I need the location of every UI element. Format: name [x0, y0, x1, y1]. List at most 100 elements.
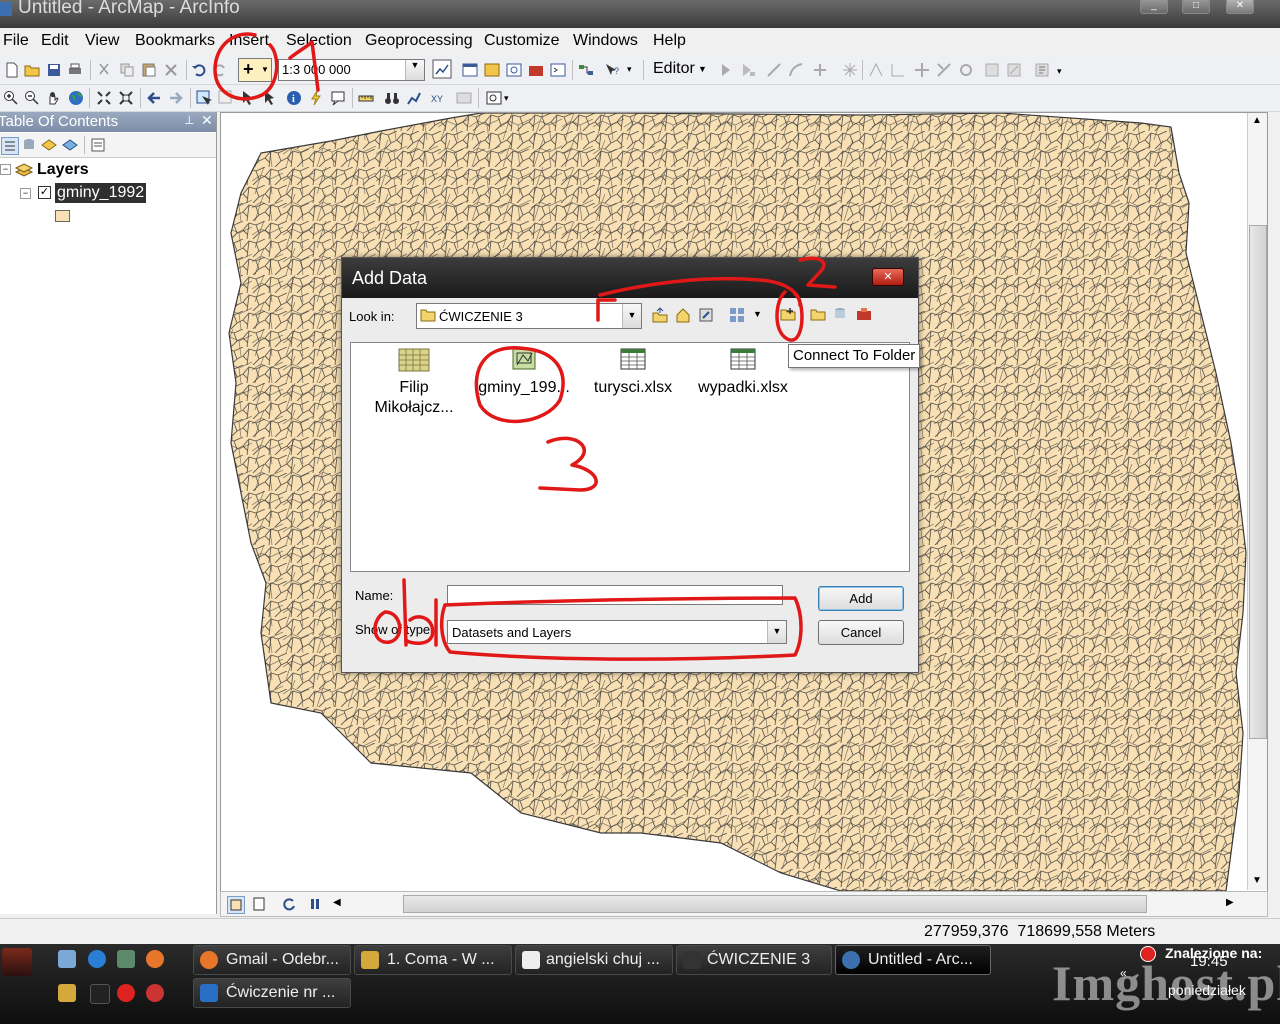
start-button-icon[interactable]	[2, 948, 32, 976]
whats-this-help-icon[interactable]: ?	[604, 62, 620, 78]
pause-drawing-icon[interactable]	[307, 896, 323, 912]
menu-windows[interactable]: Windows	[573, 32, 638, 50]
map-scale-combo[interactable]: 1:3 000 000 ▼	[278, 59, 425, 81]
cut-polygons-icon[interactable]	[914, 62, 930, 78]
identify-icon[interactable]: i	[286, 90, 302, 106]
trace-icon[interactable]	[812, 62, 828, 78]
layer-name-gminy[interactable]: gminy_1992	[55, 183, 147, 203]
rotate-tool-icon[interactable]	[958, 62, 974, 78]
data-view-icon[interactable]	[227, 896, 245, 914]
name-input[interactable]	[447, 585, 783, 605]
internet-explorer-icon[interactable]	[88, 950, 106, 968]
refresh-icon[interactable]	[281, 896, 297, 912]
toolbox-icon[interactable]	[856, 306, 872, 322]
layer-visibility-checkbox[interactable]: ✓	[38, 186, 51, 199]
editor-toolbar-icon[interactable]	[432, 59, 452, 79]
collapse-toggle-icon[interactable]: −	[20, 188, 31, 199]
pointer-icon[interactable]	[262, 90, 278, 106]
editor-menu[interactable]: Editor	[653, 60, 695, 78]
time-slider-icon[interactable]	[456, 90, 472, 106]
chevron-down-icon[interactable]: ▼	[698, 64, 707, 74]
toolbar-overflow-icon[interactable]: ▾	[1057, 66, 1062, 77]
horizontal-scroll-thumb[interactable]	[403, 895, 1147, 913]
arctoolbox-icon[interactable]	[528, 62, 544, 78]
search-window-icon[interactable]	[506, 62, 522, 78]
cancel-button[interactable]: Cancel	[818, 620, 904, 645]
arccatalog-icon[interactable]	[832, 306, 848, 322]
look-in-combo[interactable]: ĆWICZENIE 3 ▼	[416, 303, 642, 329]
chevron-down-icon[interactable]: ▼	[622, 304, 641, 328]
view-thumbnails-icon[interactable]	[729, 307, 745, 323]
scroll-left-arrow-icon[interactable]: ◀	[333, 897, 341, 908]
straight-segment-icon[interactable]	[766, 62, 782, 78]
find-route-icon[interactable]	[406, 90, 422, 106]
list-by-source-icon[interactable]	[21, 137, 37, 153]
show-of-type-combo[interactable]: Datasets and Layers ▼	[447, 620, 787, 644]
file-list-pane[interactable]: Filip Mikołajcz... gminy_199... turysci.…	[350, 342, 910, 572]
hyperlink-lightning-icon[interactable]	[308, 90, 324, 106]
media-player-icon[interactable]	[58, 984, 76, 1002]
split-tool-icon[interactable]	[936, 62, 952, 78]
quick-launch-icon[interactable]	[90, 984, 110, 1004]
pin-icon[interactable]: ⊥	[184, 113, 194, 127]
opera-icon[interactable]	[117, 984, 135, 1002]
layer-symbol-swatch[interactable]	[55, 210, 70, 222]
find-binoculars-icon[interactable]	[384, 90, 400, 106]
close-icon[interactable]: ✕	[201, 112, 213, 129]
menu-selection[interactable]: Selection	[286, 32, 352, 50]
task-cwiczenie-folder[interactable]: ĆWICZENIE 3	[676, 945, 832, 975]
file-item-shapefile[interactable]: gminy_199...	[472, 347, 576, 398]
scroll-thumb[interactable]	[1249, 225, 1267, 739]
up-one-level-icon[interactable]	[652, 307, 668, 323]
forward-arrow-icon[interactable]	[168, 90, 184, 106]
file-item-wypadki[interactable]: wypadki.xlsx	[691, 347, 795, 398]
firefox-icon[interactable]	[146, 950, 164, 968]
menu-customize[interactable]: Customize	[484, 32, 560, 50]
go-to-xy-icon[interactable]: XY	[430, 90, 446, 106]
task-arcmap[interactable]: Untitled - Arc...	[835, 945, 991, 975]
zoom-out-icon[interactable]	[24, 90, 40, 106]
close-window-button[interactable]: ✕	[1226, 0, 1254, 14]
zoom-in-icon[interactable]	[3, 90, 19, 106]
endpoint-arc-icon[interactable]	[788, 62, 804, 78]
menu-view[interactable]: View	[85, 32, 119, 50]
list-by-selection-icon[interactable]	[62, 137, 78, 153]
menu-bookmarks[interactable]: Bookmarks	[135, 32, 215, 50]
python-window-icon[interactable]	[550, 62, 566, 78]
scroll-up-arrow-icon[interactable]: ▲	[1252, 115, 1262, 126]
layers-root-label[interactable]: Layers	[37, 161, 89, 179]
file-item-folder[interactable]: Filip Mikołajcz...	[362, 347, 466, 418]
edit-annotation-icon[interactable]	[740, 62, 756, 78]
menu-insert[interactable]: Insert	[229, 32, 269, 50]
file-item-turysci[interactable]: turysci.xlsx	[581, 347, 685, 398]
dialog-close-button[interactable]: ✕	[872, 268, 904, 286]
add-button[interactable]: Add	[818, 586, 904, 611]
undo-icon[interactable]	[191, 62, 207, 78]
app-quick-launch-icon[interactable]	[146, 984, 164, 1002]
toggle-contents-panel-icon[interactable]	[698, 307, 714, 323]
fixed-zoom-in-icon[interactable]	[96, 90, 112, 106]
new-folder-icon[interactable]	[810, 306, 826, 322]
menu-file[interactable]: File	[3, 32, 29, 50]
full-extent-globe-icon[interactable]	[68, 90, 84, 106]
paste-icon[interactable]	[141, 62, 157, 78]
pan-hand-icon[interactable]	[46, 90, 62, 106]
select-elements-arrow-icon[interactable]	[240, 90, 256, 106]
scroll-right-arrow-icon[interactable]: ▶	[1226, 897, 1234, 908]
html-popup-icon[interactable]	[330, 90, 346, 106]
scroll-down-arrow-icon[interactable]: ▼	[1252, 875, 1262, 886]
copy-icon[interactable]	[119, 62, 135, 78]
model-builder-icon[interactable]	[578, 62, 594, 78]
attributes-icon[interactable]	[984, 62, 1000, 78]
connect-to-folder-icon[interactable]	[780, 306, 796, 322]
task-cwiczenie-doc[interactable]: Ćwiczenie nr ...	[193, 978, 351, 1008]
toolbar-overflow-icon[interactable]: ▾	[504, 93, 509, 104]
menu-geoprocessing[interactable]: Geoprocessing	[365, 32, 473, 50]
select-features-icon[interactable]	[196, 90, 212, 106]
list-by-visibility-icon[interactable]	[41, 137, 57, 153]
save-icon[interactable]	[46, 62, 62, 78]
toc-window-icon[interactable]	[462, 62, 478, 78]
chevron-down-icon[interactable]: ▼	[767, 621, 786, 643]
edit-tool-icon[interactable]	[718, 62, 734, 78]
chevron-down-icon[interactable]: ▼	[753, 309, 762, 319]
